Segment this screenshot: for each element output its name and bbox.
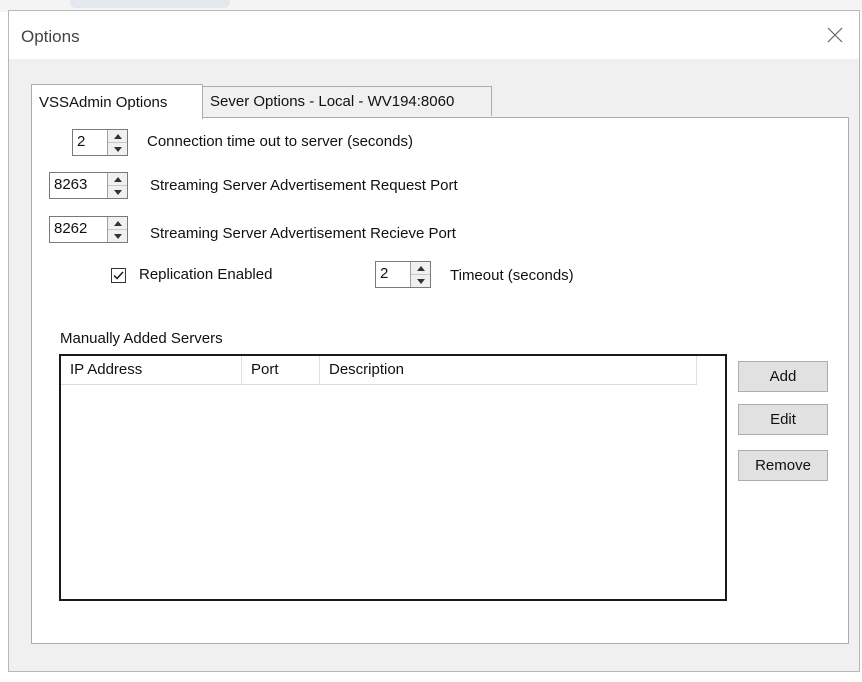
connection-timeout-stepper[interactable]: 2 — [72, 129, 128, 156]
chevron-down-icon — [113, 146, 122, 152]
column-ip-address[interactable]: IP Address — [61, 356, 242, 384]
column-port[interactable]: Port — [242, 356, 320, 384]
chevron-down-icon — [113, 189, 122, 195]
servers-list[interactable]: IP Address Port Description — [59, 354, 727, 601]
chevron-down-icon — [113, 233, 122, 239]
decrement-button[interactable] — [108, 229, 127, 242]
replication-enabled-label[interactable]: Replication Enabled — [139, 266, 272, 283]
vssadmin-options-panel: 2 Connection time out to server (seconds… — [31, 117, 849, 644]
receive-port-label: Streaming Server Advertisement Recieve P… — [150, 225, 456, 242]
tab-vssadmin-options[interactable]: VSSAdmin Options — [31, 84, 203, 119]
remove-button[interactable]: Remove — [738, 450, 828, 481]
background-app-fragment — [70, 0, 230, 8]
list-header: IP Address Port Description — [61, 356, 697, 385]
connection-timeout-label: Connection time out to server (seconds) — [147, 133, 413, 150]
receive-port-value[interactable]: 8262 — [50, 217, 107, 242]
close-icon — [827, 27, 843, 43]
close-button[interactable] — [811, 11, 859, 59]
request-port-label: Streaming Server Advertisement Request P… — [150, 177, 458, 194]
decrement-button[interactable] — [108, 142, 127, 155]
dialog-title: Options — [21, 27, 80, 46]
request-port-stepper[interactable]: 8263 — [49, 172, 128, 199]
checkmark-icon — [113, 271, 124, 280]
increment-button[interactable] — [411, 262, 430, 274]
add-button[interactable]: Add — [738, 361, 828, 392]
options-dialog: Options VSSAdmin Options Sever Options -… — [8, 10, 860, 672]
column-description[interactable]: Description — [320, 356, 697, 384]
edit-button[interactable]: Edit — [738, 404, 828, 435]
timeout-stepper[interactable]: 2 — [375, 261, 431, 288]
increment-button[interactable] — [108, 173, 127, 185]
title-bar: Options — [9, 11, 859, 59]
chevron-up-icon — [113, 133, 122, 139]
increment-button[interactable] — [108, 130, 127, 142]
stepper-arrows — [107, 130, 127, 155]
stepper-arrows — [107, 173, 127, 198]
timeout-value[interactable]: 2 — [376, 262, 410, 287]
decrement-button[interactable] — [411, 274, 430, 287]
increment-button[interactable] — [108, 217, 127, 229]
tab-label: Sever Options - Local - WV194:8060 — [210, 93, 455, 110]
stepper-arrows — [107, 217, 127, 242]
decrement-button[interactable] — [108, 185, 127, 198]
timeout-label: Timeout (seconds) — [450, 267, 574, 284]
tab-server-options[interactable]: Sever Options - Local - WV194:8060 — [202, 86, 492, 116]
tab-label: VSSAdmin Options — [39, 93, 168, 111]
connection-timeout-value[interactable]: 2 — [73, 130, 107, 155]
chevron-up-icon — [416, 265, 425, 271]
manually-added-servers-label: Manually Added Servers — [60, 330, 223, 347]
receive-port-stepper[interactable]: 8262 — [49, 216, 128, 243]
replication-enabled-checkbox[interactable] — [111, 268, 126, 283]
request-port-value[interactable]: 8263 — [50, 173, 107, 198]
chevron-up-icon — [113, 176, 122, 182]
chevron-up-icon — [113, 220, 122, 226]
stepper-arrows — [410, 262, 430, 287]
chevron-down-icon — [416, 278, 425, 284]
